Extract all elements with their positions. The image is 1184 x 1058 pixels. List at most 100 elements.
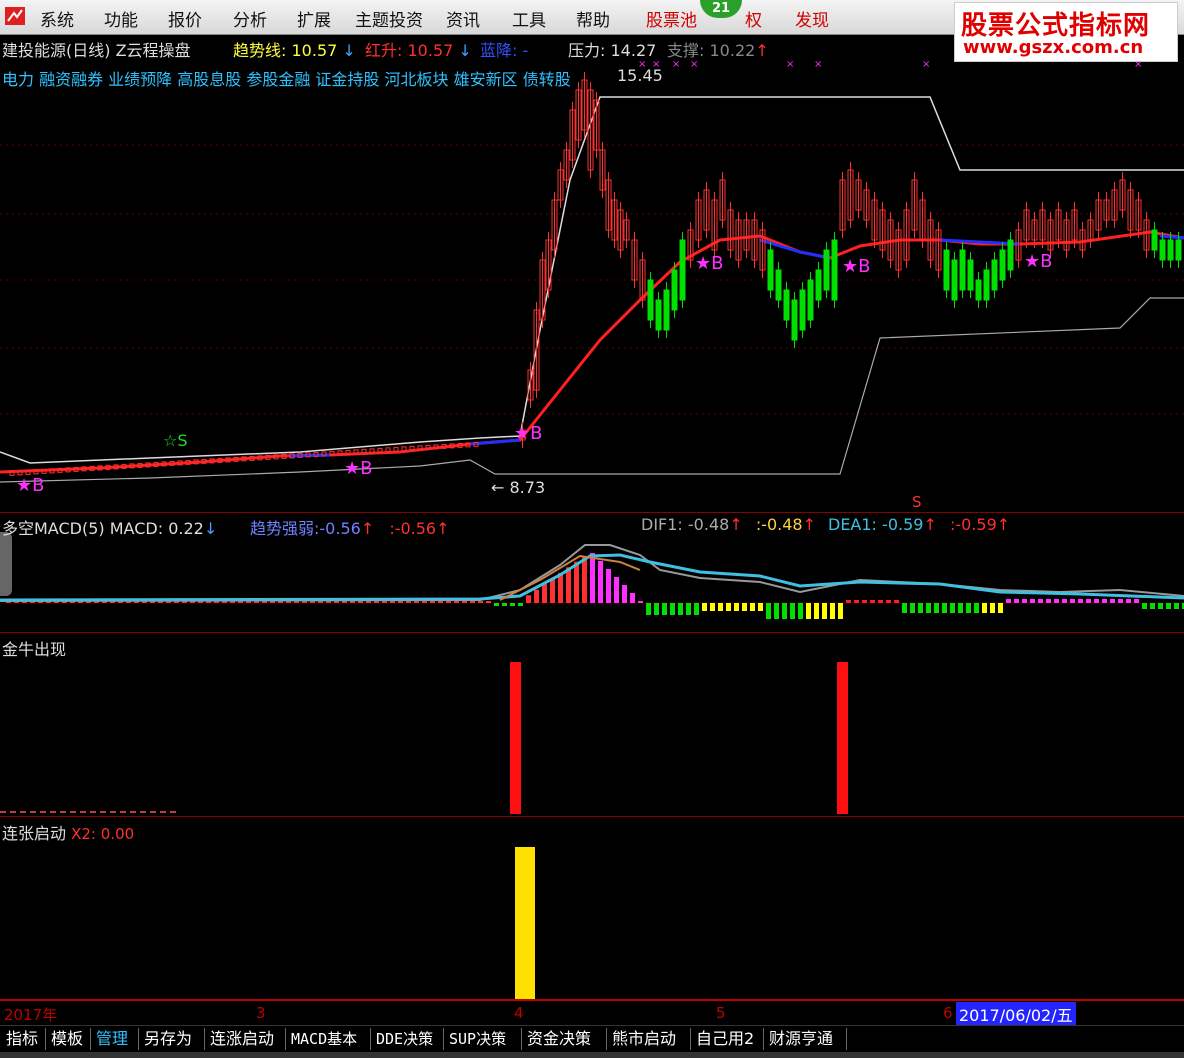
macd-bar	[366, 601, 371, 603]
candle-body	[999, 249, 1006, 281]
tab-self-use[interactable]: 自己用2	[693, 1027, 757, 1051]
signal-x-mark: ×	[652, 59, 660, 70]
macd-title: 多空MACD(5) MACD: 0.22↓	[2, 519, 218, 538]
candle-body	[647, 279, 654, 321]
candle-body	[655, 299, 662, 331]
trend-strength: 趋势强弱:-0.56↑ :-0.56↑	[250, 519, 450, 538]
macd-value: 0.22	[168, 519, 204, 538]
macd-bar	[382, 601, 387, 603]
macd-bar	[526, 595, 531, 603]
macd-bar	[406, 601, 411, 603]
candle-body	[815, 269, 822, 301]
candle-body	[767, 249, 774, 291]
macd-bar	[998, 603, 1003, 613]
macd-bar	[1030, 599, 1035, 603]
tab-separator	[606, 1028, 607, 1050]
bull-baseline-tick	[160, 811, 166, 813]
date-label: 5	[716, 1004, 726, 1022]
macd-bar	[1110, 599, 1115, 603]
candle-body	[1007, 239, 1014, 271]
tab-save-as[interactable]: 另存为	[141, 1027, 195, 1051]
macd-bar	[702, 603, 707, 611]
macd-bar	[1118, 599, 1123, 603]
candle-body	[967, 259, 974, 291]
macd-bar	[870, 600, 875, 603]
macd-bar	[1102, 599, 1107, 603]
tab-sup[interactable]: SUP决策	[446, 1027, 509, 1051]
date-label: 3	[256, 1004, 266, 1022]
candle-body	[679, 239, 686, 301]
candle-body	[991, 259, 998, 291]
signal-x-mark: ×	[786, 59, 794, 70]
macd-bar	[1134, 599, 1139, 603]
signal-x-mark: ×	[814, 59, 822, 70]
dea-value: DEA1: -0.59↑ :-0.59↑	[828, 515, 1011, 534]
tab-capital[interactable]: 资金决策	[524, 1027, 594, 1051]
macd-bar	[518, 603, 523, 606]
candle-body	[951, 259, 958, 301]
tab-macd-basic[interactable]: MACD基本	[288, 1027, 360, 1051]
macd-bar	[718, 603, 723, 611]
macd-bar	[590, 553, 595, 603]
buy-star-marker: ★B	[344, 458, 373, 479]
tab-separator	[690, 1028, 691, 1050]
macd-bar	[550, 578, 555, 603]
candle-body	[783, 289, 790, 321]
kline-chart[interactable]: ★B ★B ★B ★B ★B ★B × × × × × × × ×	[0, 0, 1184, 1000]
tab-bear-start[interactable]: 熊市启动	[609, 1027, 679, 1051]
lianzhang-title: 连张启动 X2: 0.00	[2, 824, 135, 843]
collapse-panel-handle[interactable]	[0, 532, 12, 596]
status-strip	[0, 1052, 1184, 1058]
panel-divider	[0, 816, 1184, 817]
macd-bar	[678, 603, 683, 615]
selected-date: 2017/06/02/五	[956, 1002, 1076, 1026]
tab-wealth[interactable]: 财源亨通	[766, 1027, 836, 1051]
tab-lianzhang[interactable]: 连涨启动	[207, 1027, 277, 1051]
macd-bar	[950, 603, 955, 613]
macd-bar	[478, 601, 483, 603]
lianzhang-signal-bar	[515, 847, 535, 999]
tab-separator	[521, 1028, 522, 1050]
macd-bar	[910, 603, 915, 613]
bull-baseline-tick	[90, 811, 96, 813]
tab-indicator[interactable]: 指标	[3, 1027, 41, 1051]
tab-template[interactable]: 模板	[48, 1027, 86, 1051]
macd-bar	[1174, 603, 1179, 609]
tab-separator	[846, 1028, 847, 1050]
candle-body	[775, 269, 782, 301]
macd-bar	[670, 603, 675, 615]
macd-bar	[742, 603, 747, 611]
lower-channel-line	[0, 297, 1184, 483]
sell-s-marker: S	[912, 493, 922, 511]
macd-bar	[470, 601, 475, 603]
macd-bar	[622, 585, 627, 603]
date-label: 6	[943, 1004, 953, 1022]
macd-bar	[566, 567, 571, 603]
tab-manage[interactable]: 管理	[93, 1027, 131, 1051]
macd-bar	[1014, 599, 1019, 603]
candle-body	[823, 249, 830, 291]
macd-bar	[830, 603, 835, 619]
macd-bar	[1062, 599, 1067, 603]
macd-bar	[878, 600, 883, 603]
macd-bar	[822, 603, 827, 619]
macd-bar	[494, 603, 499, 606]
macd-bar	[686, 603, 691, 615]
bull-baseline-tick	[110, 811, 116, 813]
macd-bar	[846, 600, 851, 603]
tab-dde[interactable]: DDE决策	[373, 1027, 436, 1051]
macd-bar	[1078, 599, 1083, 603]
panel-divider	[0, 512, 1184, 513]
signal-x-mark: ×	[672, 59, 680, 70]
bull-baseline-tick	[120, 811, 126, 813]
macd-bar	[918, 603, 923, 613]
macd-bar	[398, 601, 403, 603]
candle-body	[983, 269, 990, 301]
date-label: 2017年	[4, 1006, 58, 1024]
candle-body	[1151, 229, 1158, 251]
macd-bar	[1022, 599, 1027, 603]
candle-body	[831, 239, 838, 301]
tab-separator	[90, 1028, 91, 1050]
macd-bar	[630, 593, 635, 603]
macd-bar	[974, 603, 979, 613]
